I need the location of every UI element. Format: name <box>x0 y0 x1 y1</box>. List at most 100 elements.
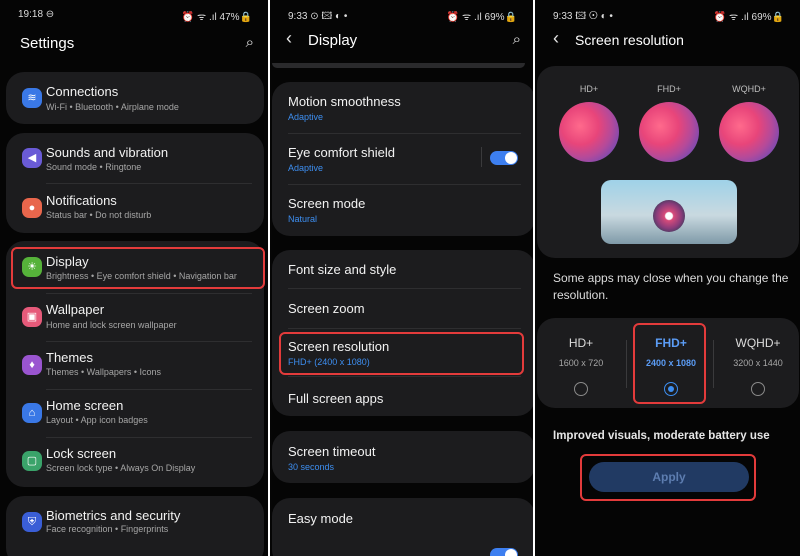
item-sub: Adaptive <box>288 163 324 173</box>
item-label: Wallpaper <box>46 302 105 317</box>
home-icon: ⌂ <box>22 403 42 423</box>
highlight-screen-resolution <box>279 332 524 375</box>
option-res: 3200 x 1440 <box>733 358 783 368</box>
separator <box>713 340 714 388</box>
battery-summary: Improved visuals, moderate battery use <box>553 430 770 442</box>
item-label: Font size and style <box>288 262 397 277</box>
volume-icon: ◀ <box>22 148 42 168</box>
display-item-screen-mode[interactable]: Screen mode Natural <box>272 184 533 236</box>
status-bar: 9:33 ⊙ 🖾 ◐ • ⏰ ᯤ .ıl 69%🔒 <box>270 9 533 23</box>
status-bar: 9:33 🖾 ⊙ ◐ • ⏰ ᯤ .ıl 69%🔒 <box>535 9 800 23</box>
item-sub: Face recognition • Fingerprints <box>46 524 169 534</box>
brush-icon: ♦ <box>22 355 42 375</box>
item-sub: Screen lock type • Always On Display <box>46 463 196 473</box>
status-icons: ⏰ ᯤ .ıl 69%🔒 <box>713 12 784 23</box>
item-sub: Sound mode • Ringtone <box>46 162 142 172</box>
shield-icon: ⛨ <box>22 512 42 532</box>
thumb-label-fhd: FHD+ <box>657 84 681 94</box>
separator <box>626 340 627 388</box>
settings-item-home-screen[interactable]: ⌂ Home screen Layout • App icon badges <box>6 389 264 437</box>
item-label: Full screen apps <box>288 391 384 406</box>
flower-image <box>653 200 685 232</box>
item-label: Notifications <box>46 193 117 208</box>
item-sub: Layout • App icon badges <box>46 415 148 425</box>
back-icon[interactable]: ‹ <box>286 28 292 49</box>
status-time: 9:33 🖾 ⊙ ◐ • <box>553 11 613 22</box>
radio-wqhd[interactable] <box>751 382 765 396</box>
display-card-3: Screen timeout 30 seconds <box>272 431 533 483</box>
display-item-screen-timeout[interactable]: Screen timeout 30 seconds <box>272 431 533 483</box>
wallpaper-preview <box>601 180 737 244</box>
item-label: Biometrics and security <box>46 508 181 523</box>
display-item-eye-comfort[interactable]: Eye comfort shield Adaptive <box>272 133 533 183</box>
item-label: Screen zoom <box>288 301 365 316</box>
display-item-motion-smoothness[interactable]: Motion smoothness Adaptive <box>272 82 533 132</box>
resolution-preview-card: HD+ FHD+ WQHD+ <box>537 66 799 258</box>
highlight-fhd <box>633 323 706 404</box>
close-apps-notice: Some apps may close when you change the … <box>553 271 789 302</box>
item-label: Connections <box>46 84 119 99</box>
settings-item-wallpaper[interactable]: ▣ Wallpaper Home and lock screen wallpap… <box>6 293 264 341</box>
thumb-preview-wqhd <box>719 102 779 162</box>
settings-screen: 19:18 ⊖ ⏰ ᯤ .ıl 47%🔒 Settings ⌕ ≋ Connec… <box>0 0 268 556</box>
highlight-apply <box>580 454 756 501</box>
display-item-screen-zoom[interactable]: Screen zoom <box>272 288 533 328</box>
item-sub: Themes • Wallpapers • Icons <box>46 367 162 377</box>
status-time: 9:33 ⊙ 🖾 ◐ • <box>288 11 348 22</box>
display-item-font-size[interactable]: Font size and style <box>272 250 533 288</box>
status-icons: ⏰ ᯤ .ıl 69%🔒 <box>446 12 517 23</box>
settings-item-biometrics[interactable]: ⛨ Biometrics and security Face recogniti… <box>6 496 264 548</box>
settings-item-themes[interactable]: ♦ Themes Themes • Wallpapers • Icons <box>6 341 264 389</box>
item-label: Motion smoothness <box>288 94 401 109</box>
settings-item-notifications[interactable]: ● Notifications Status bar • Do not dist… <box>6 183 264 233</box>
search-icon[interactable]: ⌕ <box>513 31 521 48</box>
search-icon[interactable]: ⌕ <box>246 34 254 51</box>
thumb-preview-hd <box>559 102 619 162</box>
settings-card-biometrics: ⛨ Biometrics and security Face recogniti… <box>6 496 264 556</box>
status-icons: ⏰ ᯤ .ıl 47%🔒 <box>181 12 252 23</box>
wifi-icon: ≋ <box>22 88 42 108</box>
image-icon: ▣ <box>22 307 42 327</box>
thumb-preview-fhd <box>639 102 699 162</box>
partial-toggle[interactable] <box>490 548 518 556</box>
screen-resolution-screen: 9:33 🖾 ⊙ ◐ • ⏰ ᯤ .ıl 69%🔒 ‹ Screen resol… <box>533 0 800 556</box>
display-item-full-screen-apps[interactable]: Full screen apps <box>272 376 533 416</box>
thumb-label-hd: HD+ <box>579 84 599 94</box>
page-title: Display <box>308 32 358 49</box>
settings-card-sounds: ◀ Sounds and vibration Sound mode • Ring… <box>6 133 264 233</box>
page-title: Screen resolution <box>575 32 684 48</box>
item-sub: Status bar • Do not disturb <box>46 210 152 220</box>
option-hd[interactable]: HD+ 1600 x 720 <box>541 336 621 368</box>
item-label: Eye comfort shield <box>288 145 395 160</box>
display-item-easy-mode[interactable]: Easy mode <box>272 498 533 538</box>
status-bar: 19:18 ⊖ ⏰ ᯤ .ıl 47%🔒 <box>0 9 268 23</box>
thumb-label-wqhd: WQHD+ <box>732 84 766 94</box>
settings-item-sounds[interactable]: ◀ Sounds and vibration Sound mode • Ring… <box>6 133 264 183</box>
page-title: Settings <box>20 35 75 52</box>
settings-item-connections[interactable]: ≋ Connections Wi-Fi • Bluetooth • Airpla… <box>6 72 264 124</box>
display-card-1: Motion smoothness Adaptive Eye comfort s… <box>272 82 533 236</box>
item-sub: Natural <box>288 214 318 224</box>
status-time: 19:18 ⊖ <box>18 9 55 20</box>
eye-comfort-toggle[interactable] <box>490 151 518 165</box>
item-sub: Wi-Fi • Bluetooth • Airplane mode <box>46 102 179 112</box>
display-screen: 9:33 ⊙ 🖾 ◐ • ⏰ ᯤ .ıl 69%🔒 ‹ Display ⌕ Mo… <box>268 0 533 556</box>
item-label: Easy mode <box>288 511 354 526</box>
item-label: Lock screen <box>46 446 117 461</box>
item-label: Screen mode <box>288 196 366 211</box>
settings-item-lock-screen[interactable]: ▢ Lock screen Screen lock type • Always … <box>6 437 264 487</box>
option-wqhd[interactable]: WQHD+ 3200 x 1440 <box>717 336 799 368</box>
bell-icon: ● <box>22 198 42 218</box>
option-name: HD+ <box>568 336 594 350</box>
radio-hd[interactable] <box>574 382 588 396</box>
separator <box>481 147 482 167</box>
highlight-display <box>11 247 265 289</box>
display-card-4: Easy mode <box>272 498 533 556</box>
item-sub: 30 seconds <box>288 462 335 472</box>
back-icon[interactable]: ‹ <box>553 28 559 49</box>
item-label: Home screen <box>46 398 124 413</box>
option-name: WQHD+ <box>735 336 781 350</box>
item-label: Themes <box>46 350 93 365</box>
item-sub: Home and lock screen wallpaper <box>46 320 177 330</box>
item-label: Sounds and vibration <box>46 145 169 160</box>
